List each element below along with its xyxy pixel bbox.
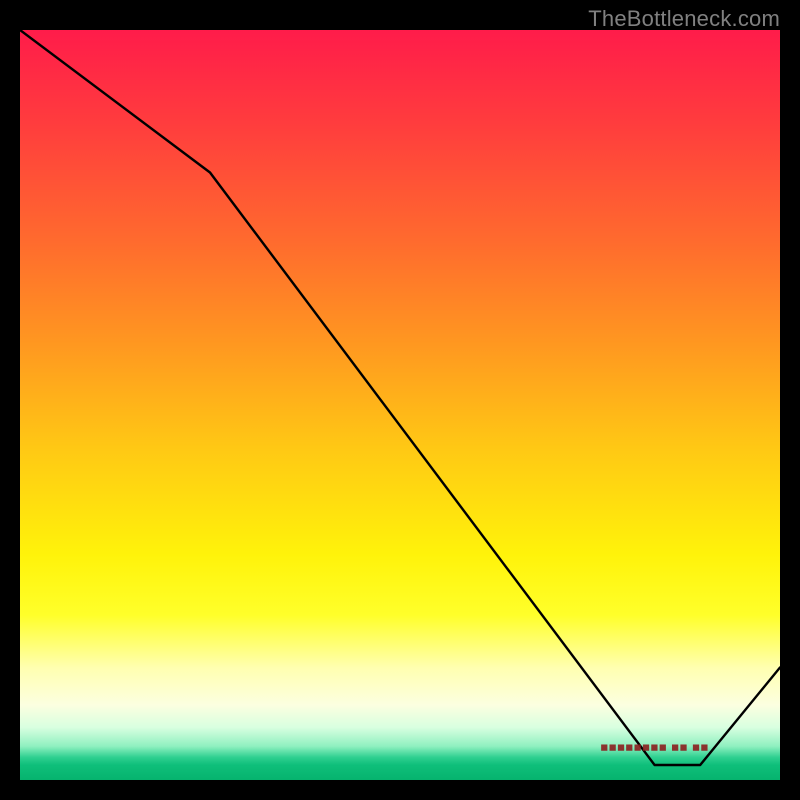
plot-area: ■■■■■■■■ ■■ ■■: [20, 30, 780, 780]
line-layer: [20, 30, 780, 780]
trough-annotation: ■■■■■■■■ ■■ ■■: [600, 740, 708, 755]
chart-frame: TheBottleneck.com ■■■■■■■■ ■■ ■■: [0, 0, 800, 800]
watermark-text: TheBottleneck.com: [588, 6, 780, 32]
bottleneck-line: [20, 30, 780, 765]
